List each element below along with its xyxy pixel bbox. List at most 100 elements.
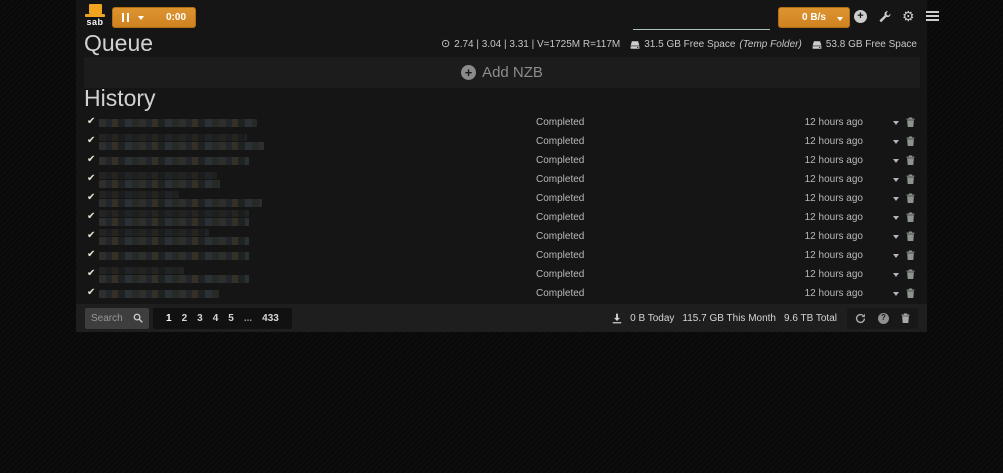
hamburger-menu-icon[interactable] [926,15,939,17]
page-number[interactable]: 4 [208,313,224,324]
redacted-name-line [99,199,262,207]
history-age: 12 hours ago [805,250,863,261]
row-delete-trash-icon[interactable] [906,250,915,261]
page-number[interactable]: 3 [192,313,208,324]
row-delete-trash-icon[interactable] [906,136,915,147]
row-actions-caret-icon[interactable] [893,178,899,182]
downloaded-total: 9.6 TB Total [784,313,837,324]
redacted-name-line [99,134,247,141]
completed-check-icon: ✔ [87,268,95,280]
history-age: 12 hours ago [805,155,863,166]
history-status: Completed [536,117,584,128]
row-actions-caret-icon[interactable] [893,140,899,144]
speed-limit-button[interactable]: 0 B/s [778,7,850,28]
history-search-input[interactable] [91,313,133,324]
row-actions-caret-icon[interactable] [893,235,899,239]
history-item-name-redacted [99,228,249,246]
history-status: Completed [536,155,584,166]
redacted-name-line [99,218,249,226]
row-delete-trash-icon[interactable] [906,231,915,242]
page-number[interactable]: 5 [223,313,239,324]
downloaded-this-month: 115.7 GB This Month [682,313,776,324]
disk-free-space-value: 53.8 GB Free Space [826,39,917,50]
history-status: Completed [536,136,584,147]
row-actions-caret-icon[interactable] [893,121,899,125]
history-item-name-redacted [99,171,220,189]
completed-check-icon: ✔ [87,192,95,204]
redacted-name-line [99,172,217,179]
row-delete-trash-icon[interactable] [906,269,915,280]
hdd-icon [812,40,822,50]
sabnzbd-logo[interactable]: sab [84,4,106,32]
downloaded-today: 0 B Today [630,313,674,324]
system-load-value: 2.74 | 3.04 | 3.31 | V=1725M R=117M [454,39,620,50]
row-delete-trash-icon[interactable] [906,212,915,223]
redacted-name-line [99,275,249,283]
add-nzb-icon[interactable]: + [854,10,867,23]
row-delete-trash-icon[interactable] [906,155,915,166]
history-status: Completed [536,269,584,280]
history-row: ✔ Completed 12 hours ago [84,189,920,208]
history-row: ✔ Completed 12 hours ago [84,170,920,189]
row-delete-trash-icon[interactable] [906,288,915,299]
row-actions-caret-icon[interactable] [893,273,899,277]
page-number[interactable]: 1 [161,313,177,324]
row-actions-caret-icon[interactable] [893,292,899,296]
history-item-name-redacted [99,266,249,284]
row-delete-trash-icon[interactable] [906,117,915,128]
history-age: 12 hours ago [805,136,863,147]
history-row: ✔ Completed 12 hours ago [84,208,920,227]
add-nzb-dropzone[interactable]: + Add NZB [84,57,920,88]
redacted-name-line [99,142,264,150]
pause-icon[interactable] [122,13,129,22]
history-item-name-redacted [99,118,257,128]
pause-timer: 0:00 [166,12,186,23]
history-status: Completed [536,250,584,261]
history-item-name-redacted [99,190,262,208]
redacted-name-line [99,180,220,188]
settings-gear-icon[interactable]: ⚙ [902,9,915,23]
history-age: 12 hours ago [805,288,863,299]
history-status: Completed [536,288,584,299]
completed-check-icon: ✔ [87,116,95,128]
history-section-title: History [76,85,156,112]
completed-check-icon: ✔ [87,173,95,185]
page-number[interactable]: 433 [257,313,284,324]
logo-text: sab [84,17,106,27]
hdd-icon [630,40,640,50]
row-actions-caret-icon[interactable] [893,159,899,163]
redacted-name-line [99,290,219,298]
history-row: ✔ Completed 12 hours ago [84,113,920,132]
history-age: 12 hours ago [805,269,863,280]
add-nzb-url-input[interactable] [633,10,770,30]
redacted-name-line [99,267,184,274]
pause-button-group[interactable]: 0:00 [112,7,196,28]
completed-check-icon: ✔ [87,287,95,299]
history-status: Completed [536,193,584,204]
row-actions-caret-icon[interactable] [893,197,899,201]
refresh-icon[interactable] [855,313,866,324]
row-actions-caret-icon[interactable] [893,254,899,258]
page-number[interactable]: ... [239,313,257,324]
wrench-icon[interactable] [878,10,891,23]
history-footer-bar: 1 2 3 4 5 ... 433 0 B Today 115.7 GB Thi… [76,304,927,332]
speed-dropdown-caret-icon[interactable] [837,17,843,21]
page-number[interactable]: 2 [177,313,193,324]
add-nzb-plus-icon: + [461,65,476,80]
redacted-name-line [99,210,249,217]
row-delete-trash-icon[interactable] [906,193,915,204]
temp-free-space-group: 31.5 GB Free Space (Temp Folder) [630,39,802,50]
add-nzb-label: Add NZB [482,64,543,81]
completed-check-icon: ✔ [87,154,95,166]
history-item-name-redacted [99,209,249,227]
history-item-name-redacted [99,133,264,151]
purge-history-trash-icon[interactable] [901,313,910,324]
row-actions-caret-icon[interactable] [893,216,899,220]
history-status: Completed [536,174,584,185]
help-icon[interactable]: ? [878,313,889,324]
queue-section-title: Queue [76,30,153,57]
row-delete-trash-icon[interactable] [906,174,915,185]
sabnzbd-app: sab 0:00 0 B/s + ⚙ Queue ⊙ 2.74 | 3.04 |… [76,0,927,332]
pause-dropdown-caret-icon[interactable] [138,16,144,20]
search-icon[interactable] [133,313,143,323]
